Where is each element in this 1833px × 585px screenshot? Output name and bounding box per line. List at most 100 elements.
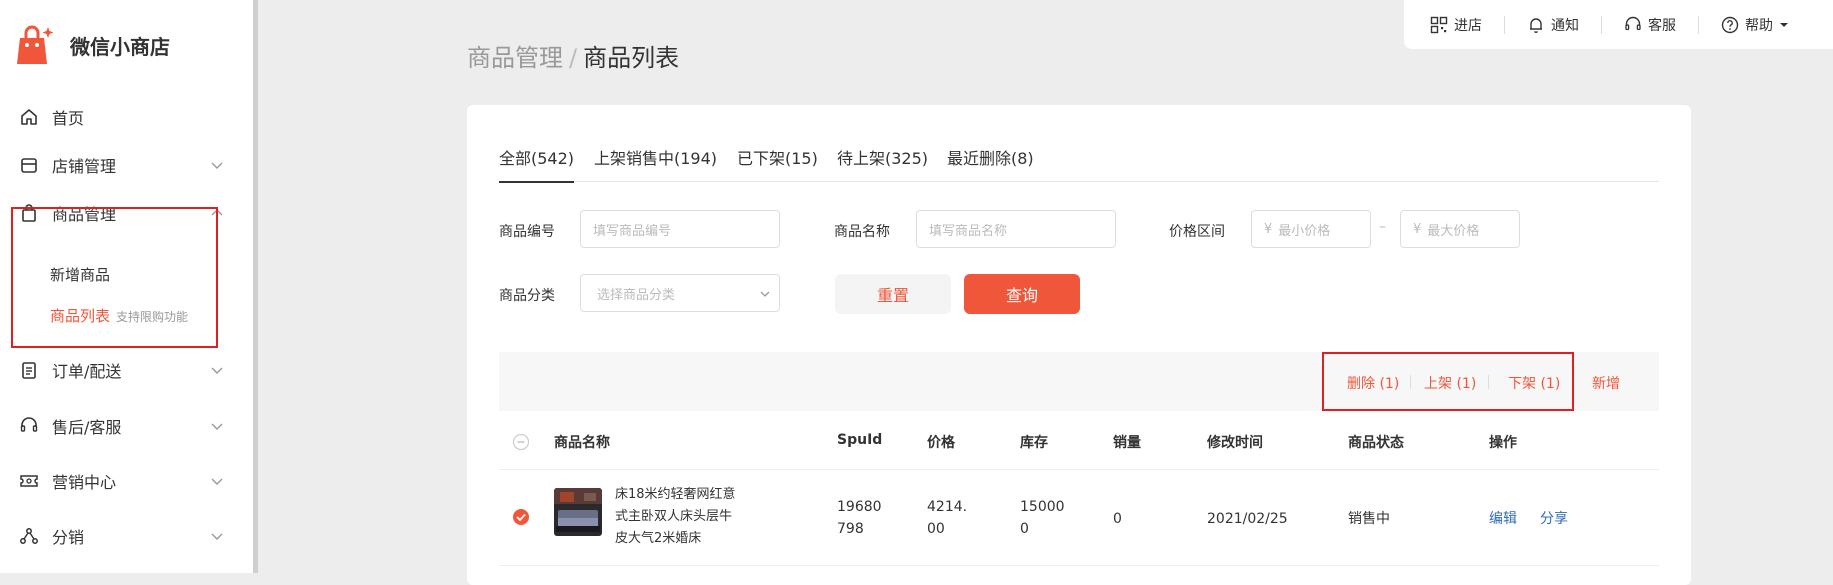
table-header: 商品名称 SpuId 价格 库存 销量 修改时间 商品状态 操作 [499, 411, 1659, 470]
category-placeholder: 选择商品分类 [597, 287, 676, 303]
divider [1698, 15, 1699, 34]
topbar-label: 进店 [1454, 17, 1482, 34]
max-price-placeholder: 最大价格 [1427, 223, 1480, 239]
store-icon [18, 154, 40, 176]
product-name-input[interactable]: 填写商品名称 [916, 210, 1116, 248]
sidebar-item-label: 订单/配送 [52, 362, 122, 381]
sidebar-item-label: 首页 [52, 109, 85, 128]
bed-image-icon [554, 488, 602, 536]
column-header-sales[interactable]: 销量 [1113, 432, 1141, 452]
tab-on-sale[interactable]: 上架销售中(194) [594, 145, 717, 181]
column-header-name[interactable]: 商品名称 [554, 432, 610, 452]
column-header-spuid[interactable]: SpuId [837, 432, 882, 448]
topbar-notifications[interactable]: 通知 [1527, 15, 1579, 35]
column-header-status[interactable]: 商品状态 [1348, 432, 1404, 452]
sidebar-item-orders[interactable]: 订单/配送 [18, 355, 224, 385]
chevron-down-icon [211, 162, 223, 169]
min-price-input[interactable]: ¥ 最小价格 [1251, 210, 1371, 248]
product-list-card: 全部(542) 上架销售中(194) 已下架(15) 待上架(325) 最近删除… [467, 105, 1691, 585]
caret-down-icon [1780, 22, 1788, 27]
column-header-stock[interactable]: 库存 [1020, 432, 1048, 452]
min-price-placeholder: 最小价格 [1278, 223, 1331, 239]
price-range-separator: – [1379, 219, 1386, 235]
chevron-down-icon [211, 367, 223, 374]
sidebar-item-label: 店铺管理 [52, 157, 117, 176]
tab-recently-deleted[interactable]: 最近删除(8) [947, 145, 1034, 181]
page-title: 商品列表 [583, 44, 680, 72]
sidebar-item-home[interactable]: 首页 [18, 102, 224, 132]
product-sales: 0 [1113, 511, 1122, 527]
sidebar-item-label: 分销 [52, 528, 85, 547]
chevron-down-icon [211, 478, 223, 485]
column-header-actions: 操作 [1489, 435, 1517, 451]
breadcrumb-separator: / [569, 44, 578, 72]
shop-bag-logo-icon [17, 25, 54, 64]
share-nodes-icon [18, 525, 40, 547]
add-product-button[interactable]: 新增 [1592, 373, 1620, 393]
help-icon [1721, 16, 1739, 33]
tab-pending[interactable]: 待上架(325) [837, 145, 928, 181]
product-code-input[interactable]: 填写商品编号 [580, 210, 780, 248]
product-spuid: 19680798 [837, 499, 882, 537]
breadcrumb-parent[interactable]: 商品管理 [467, 44, 563, 72]
sidebar-item-label: 营销中心 [52, 473, 117, 492]
product-category-label: 商品分类 [499, 288, 555, 304]
headset-icon [18, 415, 40, 437]
brand-name: 微信小商店 [70, 34, 170, 59]
topbar-label: 客服 [1648, 17, 1676, 34]
product-code-label: 商品编号 [499, 224, 555, 240]
row-checkbox[interactable] [512, 508, 530, 526]
product-category-select[interactable]: 选择商品分类 [580, 274, 780, 312]
product-code-placeholder: 填写商品编号 [593, 223, 672, 239]
sidebar-item-aftersales[interactable]: 售后/客服 [18, 411, 224, 441]
sidebar-item-label: 售后/客服 [52, 418, 122, 437]
product-status: 销售中 [1348, 511, 1390, 527]
sidebar-item-distribution[interactable]: 分销 [18, 521, 224, 551]
ticket-icon [18, 470, 40, 492]
product-thumbnail[interactable] [554, 488, 602, 536]
headset-icon [1625, 16, 1641, 30]
reset-button[interactable]: 重置 [835, 274, 951, 314]
currency-symbol: ¥ [1413, 221, 1422, 237]
divider [1504, 15, 1505, 34]
bell-icon [1530, 17, 1542, 33]
divider [1601, 15, 1602, 34]
topbar-label: 通知 [1551, 17, 1579, 34]
product-name[interactable]: 床18米约轻奢网红意式主卧双人床头层牛皮大气2米婚床 [615, 484, 743, 550]
topbar-help[interactable]: 帮助 [1721, 15, 1795, 35]
price-range-label: 价格区间 [1169, 224, 1225, 240]
home-icon [18, 106, 40, 128]
product-price: 4214.00 [927, 499, 968, 537]
topbar-label: 帮助 [1745, 17, 1773, 34]
max-price-input[interactable]: ¥ 最大价格 [1400, 210, 1520, 248]
chevron-down-icon [211, 423, 223, 430]
table-row[interactable]: 床18米约轻奢网红意式主卧双人床头层牛皮大气2米婚床 19680798 4214… [499, 470, 1659, 566]
top-bar: 进店 通知 客服 帮助 [1404, 0, 1833, 49]
topbar-enter-store[interactable]: 进店 [1430, 15, 1482, 35]
query-button[interactable]: 查询 [964, 274, 1080, 314]
column-header-modified[interactable]: 修改时间 [1207, 432, 1263, 452]
column-header-price[interactable]: 价格 [927, 432, 955, 452]
highlight-frame-batch-actions [1322, 352, 1574, 411]
brand[interactable]: 微信小商店 [14, 24, 170, 66]
edit-link[interactable]: 编辑 [1489, 508, 1517, 530]
breadcrumb: 商品管理 / 商品列表 [467, 38, 679, 73]
sidebar-item-store[interactable]: 店铺管理 [18, 150, 224, 180]
highlight-frame-products-menu [11, 207, 218, 348]
chevron-down-icon [760, 291, 770, 297]
product-name-label: 商品名称 [834, 224, 890, 240]
sidebar-item-marketing[interactable]: 营销中心 [18, 466, 224, 496]
clipboard-icon [18, 359, 40, 381]
qrcode-icon [1430, 16, 1448, 33]
topbar-customer-service[interactable]: 客服 [1624, 15, 1676, 35]
select-all-checkbox[interactable] [512, 433, 530, 451]
tab-all[interactable]: 全部(542) [499, 145, 575, 183]
product-stock: 150000 [1020, 499, 1065, 537]
sidebar: 微信小商店 首页 店铺管理 商品管理 新增商品 商品列表 支持限购功能 订单/配送 [0, 0, 258, 573]
share-link[interactable]: 分享 [1540, 508, 1568, 530]
tab-off-shelf[interactable]: 已下架(15) [737, 145, 818, 181]
product-modified-time: 2021/02/25 [1207, 511, 1288, 527]
product-name-placeholder: 填写商品名称 [929, 223, 1008, 239]
currency-symbol: ¥ [1264, 221, 1273, 237]
batch-action-bar: 删除 (1) 上架 (1) 下架 (1) 新增 [499, 352, 1659, 411]
